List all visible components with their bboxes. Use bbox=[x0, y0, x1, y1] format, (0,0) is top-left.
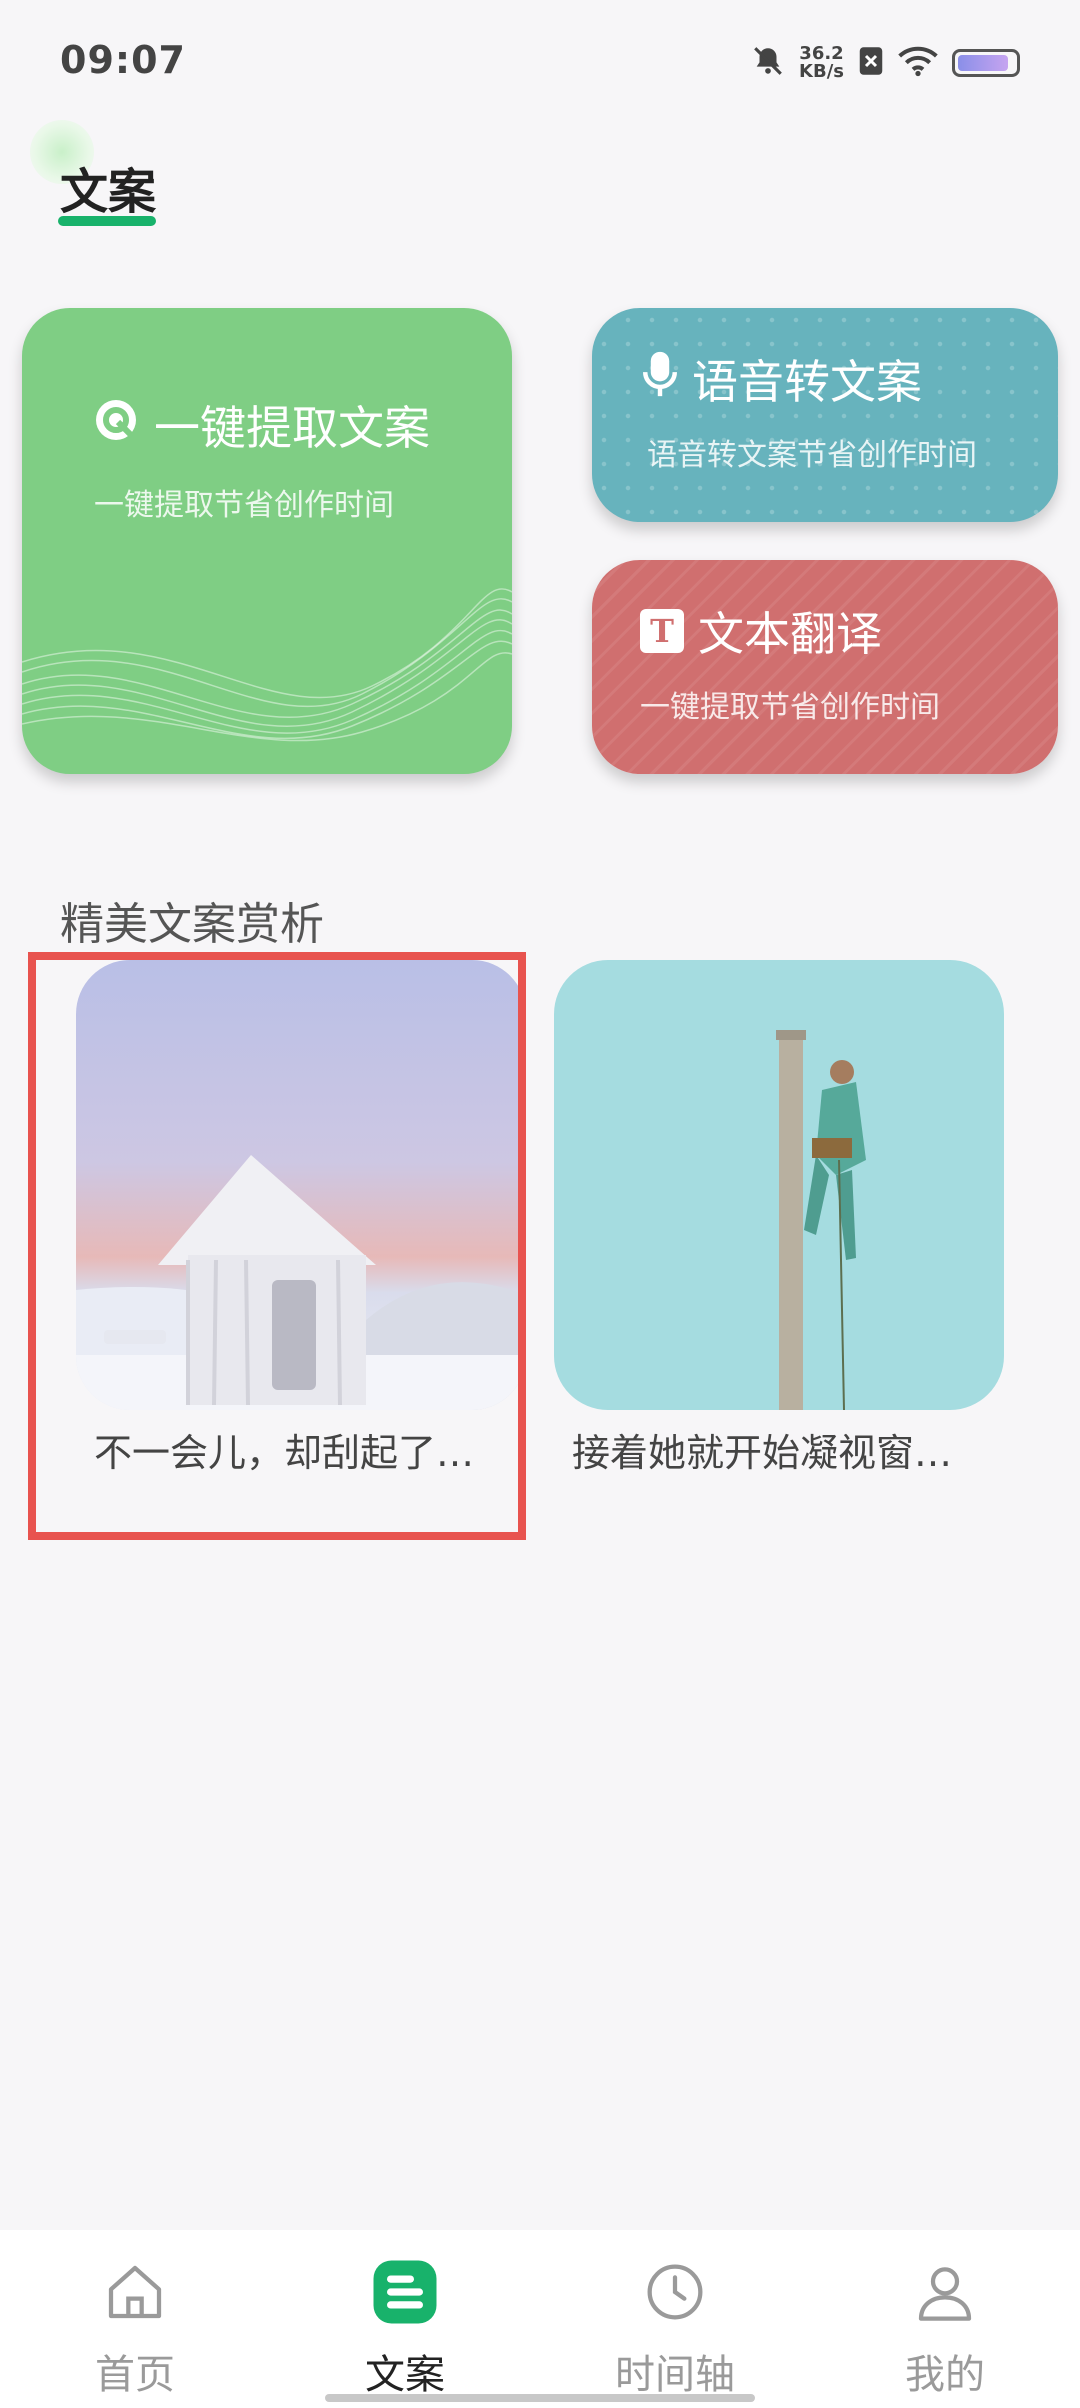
text-t-icon: T bbox=[640, 609, 684, 653]
nav-label-home: 首页 bbox=[95, 2352, 175, 2398]
status-time: 09:07 bbox=[60, 38, 186, 82]
text-translate-label: 文本翻译 bbox=[698, 607, 882, 661]
article-card[interactable]: 不一会儿，却刮起了… bbox=[76, 960, 526, 1477]
article-image-pole-climber bbox=[554, 960, 1004, 1410]
section-title: 精美文案赏析 bbox=[60, 899, 324, 950]
link-icon bbox=[92, 396, 140, 455]
user-icon bbox=[909, 2256, 981, 2328]
home-indicator[interactable] bbox=[325, 2394, 755, 2402]
voice-to-text-title: 语音转文案 bbox=[642, 346, 922, 412]
extract-copy-subtitle: 一键提取节省创作时间 bbox=[94, 488, 394, 523]
extract-copy-label: 一键提取文案 bbox=[154, 401, 430, 455]
net-speed: 36.2 KB/s bbox=[799, 45, 844, 81]
text-translate-title: T 文本翻译 bbox=[640, 598, 882, 664]
status-icons: 36.2 KB/s bbox=[751, 38, 1020, 88]
microphone-icon bbox=[642, 350, 678, 409]
net-speed-unit: KB/s bbox=[799, 61, 844, 82]
nav-label-timeline: 时间轴 bbox=[615, 2352, 735, 2398]
page-title[interactable]: 文案 bbox=[60, 152, 156, 222]
nav-item-timeline[interactable]: 时间轴 bbox=[575, 2256, 775, 2400]
article-caption: 不一会儿，却刮起了… bbox=[94, 1431, 475, 1475]
text-translate-subtitle: 一键提取节省创作时间 bbox=[640, 690, 940, 725]
voice-to-text-label: 语音转文案 bbox=[692, 355, 922, 409]
nav-item-copy[interactable]: 文案 bbox=[305, 2256, 505, 2400]
extract-copy-title: 一键提取文案 bbox=[92, 392, 430, 458]
document-icon bbox=[369, 2256, 441, 2328]
title-underline bbox=[58, 216, 156, 226]
bottom-nav: 首页 文案 时间轴 我的 bbox=[0, 2230, 1080, 2408]
nav-label-mine: 我的 bbox=[905, 2352, 985, 2398]
status-bar: 09:07 36.2 KB/s bbox=[0, 0, 1080, 120]
nav-item-mine[interactable]: 我的 bbox=[845, 2256, 1045, 2400]
voice-to-text-subtitle: 语音转文案节省创作时间 bbox=[647, 438, 977, 473]
clock-icon bbox=[639, 2256, 711, 2328]
battery-icon bbox=[952, 49, 1020, 77]
nav-item-home[interactable]: 首页 bbox=[35, 2256, 235, 2400]
sim-x-icon bbox=[858, 46, 884, 80]
wifi-icon bbox=[898, 45, 938, 81]
nav-label-copy: 文案 bbox=[365, 2352, 445, 2398]
text-translate-card[interactable]: T 文本翻译 一键提取节省创作时间 bbox=[592, 560, 1058, 774]
wave-decoration bbox=[22, 588, 512, 742]
extract-copy-card[interactable]: 一键提取文案 一键提取节省创作时间 bbox=[22, 308, 512, 774]
article-card[interactable]: 接着她就开始凝视窗… bbox=[554, 960, 1004, 1477]
home-icon bbox=[99, 2256, 171, 2328]
article-caption: 接着她就开始凝视窗… bbox=[572, 1431, 953, 1475]
voice-to-text-card[interactable]: 语音转文案 语音转文案节省创作时间 bbox=[592, 308, 1058, 522]
article-image-snow-house bbox=[76, 960, 526, 1410]
bell-muted-icon bbox=[751, 44, 785, 82]
